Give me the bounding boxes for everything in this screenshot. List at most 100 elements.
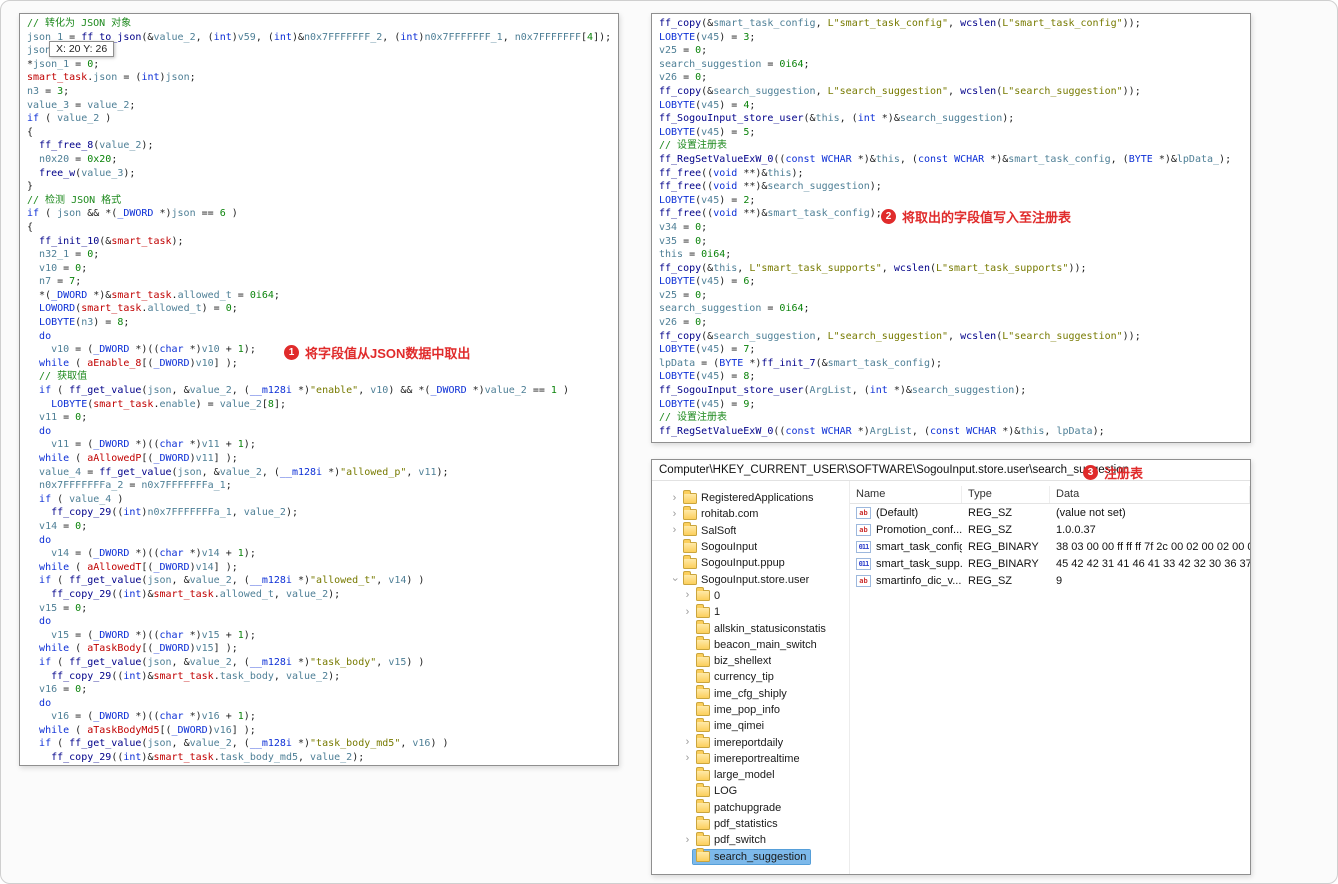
chevron-right-icon[interactable]: › <box>682 753 693 764</box>
folder-icon <box>696 766 710 781</box>
tree-node-selected[interactable]: search_suggestion <box>691 848 812 865</box>
chevron-right-icon[interactable]: › <box>682 834 693 846</box>
tree-node[interactable]: 1 <box>693 603 724 619</box>
tree-node[interactable]: SogouInput.ppup <box>680 554 789 570</box>
tree-item-allskin_statusiconstatis[interactable]: allskin_statusiconstatis <box>652 620 849 636</box>
value-row[interactable]: ab Promotion_conf... REG_SZ 1.0.0.37 <box>850 521 1250 538</box>
page: // 转化为 JSON 对象 json_1 = ff_to_json(&value… <box>0 0 1338 884</box>
tree-node[interactable]: beacon_main_switch <box>693 636 821 652</box>
code-line: if ( value_2 ) <box>27 113 112 125</box>
column-header-data[interactable]: Data <box>1050 486 1250 503</box>
chevron-right-icon[interactable]: › <box>669 508 680 520</box>
tree-node[interactable]: pdf_switch <box>693 831 770 847</box>
chevron-right-icon[interactable]: › <box>669 492 680 504</box>
tree-item-label: SogouInput.store.user <box>701 573 810 586</box>
code-line: LOBYTE(v45) = 9; <box>659 398 756 410</box>
tree-item-SogouInput.store.user[interactable]: › SogouInput.store.user <box>652 571 849 587</box>
code-line: v11 = (_DWORD *)((char *)v11 + 1); <box>51 439 256 451</box>
value-row[interactable]: 011 smart_task_supp... REG_BINARY 45 42 42 … <box>850 555 1250 572</box>
tree-item-SogouInput.ppup[interactable]: SogouInput.ppup <box>652 554 849 571</box>
code-line: v25 = 0; <box>659 289 708 301</box>
tree-node[interactable]: SogouInput <box>680 538 761 554</box>
column-header-type[interactable]: Type <box>962 486 1050 503</box>
tree-node[interactable]: 0 <box>693 587 724 603</box>
code-line: do <box>39 616 52 628</box>
value-row[interactable]: 011 smart_task_config REG_BINARY 38 03 00 0… <box>850 538 1250 555</box>
tree-item-pdf_switch[interactable]: › pdf_switch <box>652 831 849 848</box>
tree-item-pdf_statistics[interactable]: pdf_statistics <box>652 815 849 832</box>
tree-node[interactable]: SalSoft <box>680 522 740 538</box>
tree-item-beacon_main_switch[interactable]: beacon_main_switch <box>652 636 849 653</box>
folder-icon <box>696 815 710 830</box>
tree-item-large_model[interactable]: large_model <box>652 766 849 783</box>
value-name: smartinfo_dic_v... <box>876 574 962 587</box>
tree-item-1[interactable]: › 1 <box>652 603 849 620</box>
tree-item-label: imereportrealtime <box>714 752 800 765</box>
tree-node[interactable]: patchupgrade <box>693 799 785 815</box>
tree-item-0[interactable]: › 0 <box>652 587 849 604</box>
tree-node[interactable]: ime_cfg_shiply <box>693 685 791 701</box>
code-line: ff_copy_29((int)n0x7FFFFFFFa_1, value_2)… <box>51 507 298 519</box>
tree-node[interactable]: ime_pop_info <box>693 701 784 717</box>
registry-address-bar[interactable]: Computer\HKEY_CURRENT_USER\SOFTWARE\Sogo… <box>652 460 1250 481</box>
code-line: ff_init_10(&smart_task); <box>39 235 184 247</box>
code-line: // 获取值 <box>27 371 88 383</box>
tree-node[interactable]: large_model <box>693 766 779 782</box>
value-data: 38 03 00 00 ff ff ff 7f 2c 00 02 00 02 0… <box>1056 540 1250 553</box>
tree-item-ime_cfg_shiply[interactable]: ime_cfg_shiply <box>652 685 849 702</box>
code-line: v26 = 0; <box>659 317 708 329</box>
code-line: v26 = 0; <box>659 72 708 84</box>
tree-item-patchupgrade[interactable]: patchupgrade <box>652 799 849 816</box>
code-line: ff_copy(&smart_task_config, L"smart_task… <box>659 18 1141 29</box>
tree-node[interactable]: RegisteredApplications <box>680 489 818 505</box>
value-row[interactable]: ab smartinfo_dic_v... REG_SZ 9 <box>850 572 1250 589</box>
tree-node[interactable]: currency_tip <box>693 668 778 684</box>
tree-node[interactable]: ime_qimei <box>693 717 768 733</box>
folder-icon <box>696 782 710 797</box>
annotation-1: 1 将字段值从JSON数据中取出 <box>284 343 470 362</box>
folder-icon <box>696 603 710 618</box>
code-line: v35 = 0; <box>659 235 708 247</box>
tree-node[interactable]: allskin_statusiconstatis <box>693 620 830 636</box>
tree-node[interactable]: imereportdaily <box>693 734 787 750</box>
folder-icon <box>696 717 710 732</box>
tree-item-RegisteredApplications[interactable]: › RegisteredApplications <box>652 489 849 506</box>
chevron-down-icon[interactable]: › <box>669 574 681 585</box>
tree-node[interactable]: biz_shellext <box>693 652 775 668</box>
tree-node[interactable]: LOG <box>693 782 741 798</box>
tree-item-currency_tip[interactable]: currency_tip <box>652 668 849 685</box>
tree-node[interactable]: SogouInput.store.user <box>680 571 813 587</box>
tree-item-search_suggestion[interactable]: search_suggestion <box>652 848 849 865</box>
annotation-3-text: 注册表 <box>1104 466 1144 481</box>
tree-item-SogouInput[interactable]: SogouInput <box>652 538 849 555</box>
tree-node[interactable]: rohitab.com <box>680 505 762 521</box>
value-name: smart_task_config <box>876 540 962 553</box>
annotation-2-text: 将取出的字段值写入至注册表 <box>902 210 1072 225</box>
code-line: ff_SogouInput_store_user(ArgList, (int *… <box>659 385 1027 397</box>
tree-item-imereportdaily[interactable]: › imereportdaily <box>652 734 849 750</box>
tree-item-SalSoft[interactable]: › SalSoft <box>652 522 849 539</box>
tree-node[interactable]: pdf_statistics <box>693 815 782 831</box>
tree-item-LOG[interactable]: LOG <box>652 782 849 799</box>
chevron-right-icon[interactable]: › <box>669 525 680 536</box>
code-line: LOWORD(smart_task.allowed_t) = 0; <box>39 303 238 315</box>
code-line: *json_1 = 0; <box>27 58 100 70</box>
tree-item-rohitab.com[interactable]: › rohitab.com <box>652 505 849 522</box>
tree-item-biz_shellext[interactable]: biz_shellext <box>652 652 849 669</box>
tree-item-ime_pop_info[interactable]: ime_pop_info <box>652 701 849 718</box>
code-line: ff_copy(&this, L"smart_task_supports", w… <box>659 262 1087 274</box>
code-line: LOBYTE(n3) = 8; <box>39 317 130 329</box>
code-line: ff_copy(&search_suggestion, L"search_sug… <box>659 85 1141 97</box>
column-header-name[interactable]: Name <box>850 486 962 503</box>
chevron-right-icon[interactable]: › <box>682 737 693 748</box>
tree-node[interactable]: imereportrealtime <box>693 750 804 766</box>
value-row[interactable]: ab (Default) REG_SZ (value not set) <box>850 504 1250 521</box>
folder-icon <box>683 554 697 569</box>
chevron-right-icon[interactable]: › <box>682 606 693 618</box>
value-name: (Default) <box>876 506 919 519</box>
code-line: this = 0i64; <box>659 249 732 261</box>
tree-item-imereportrealtime[interactable]: › imereportrealtime <box>652 750 849 767</box>
tree-item-ime_qimei[interactable]: ime_qimei <box>652 717 849 734</box>
chevron-right-icon[interactable]: › <box>682 590 693 601</box>
tree-item-label: pdf_statistics <box>714 818 778 831</box>
